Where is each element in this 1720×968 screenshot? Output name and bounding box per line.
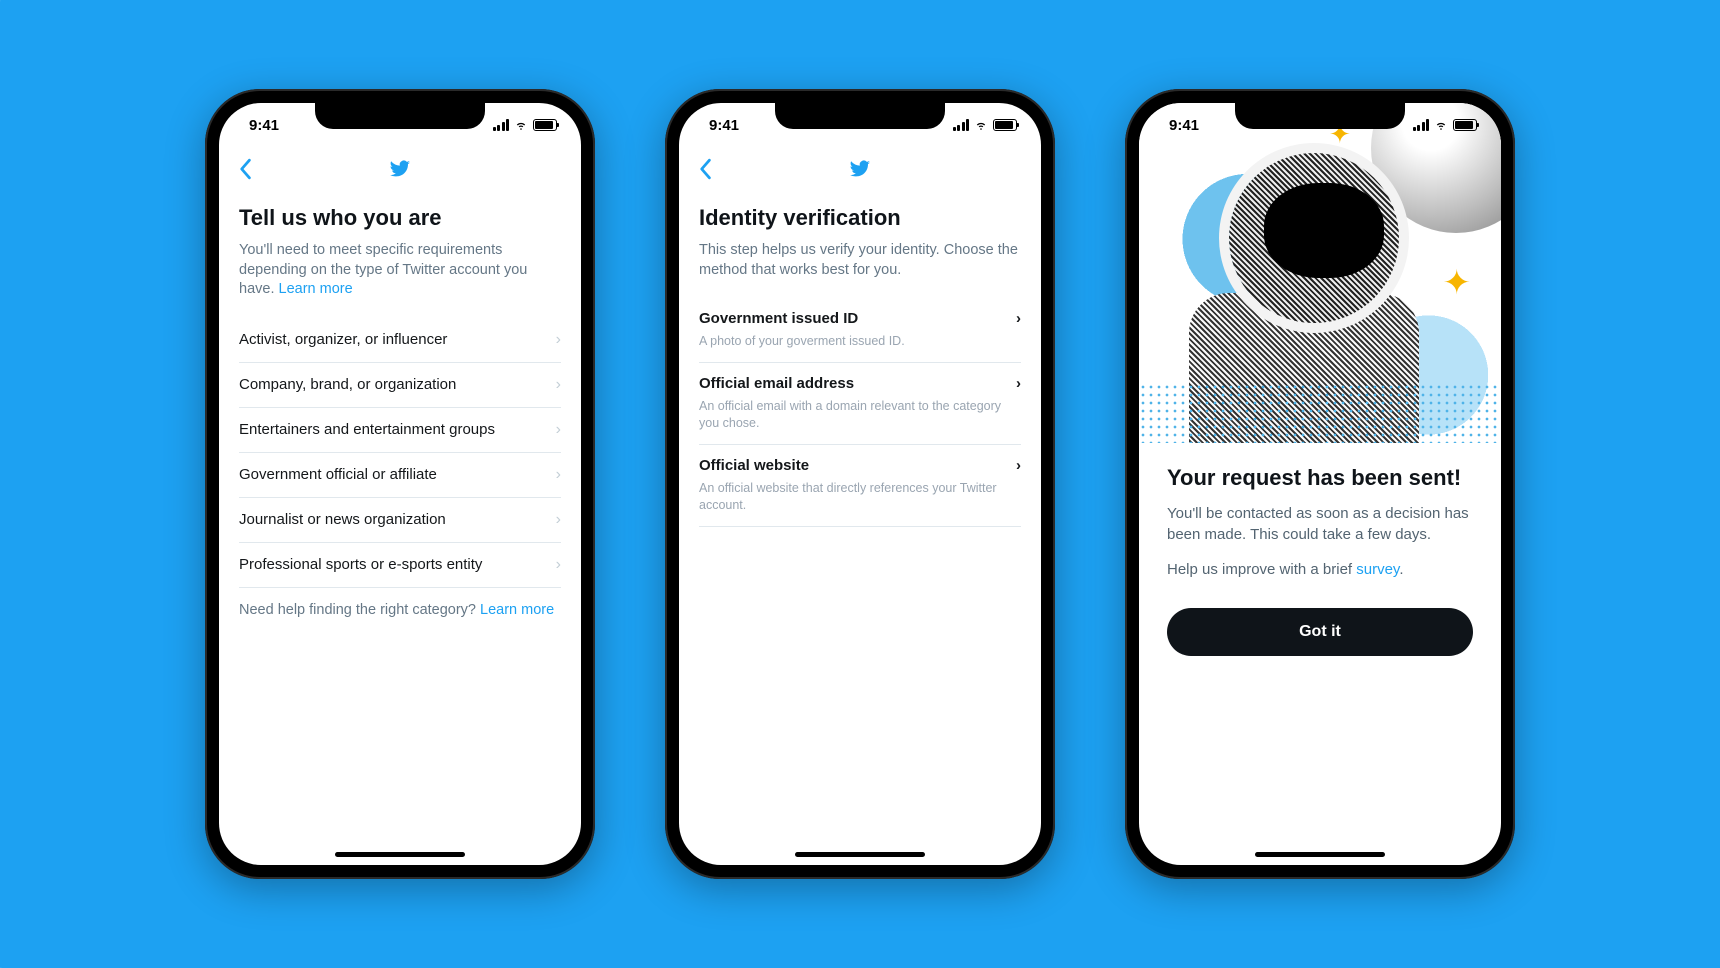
wifi-icon — [1433, 119, 1449, 131]
option-official-email[interactable]: Official email address › An official ema… — [699, 363, 1021, 445]
phone-mockup-2: 9:41 Identity verification This step hel… — [665, 89, 1055, 879]
option-government-id[interactable]: Government issued ID › A photo of your g… — [699, 298, 1021, 363]
page-title: Your request has been sent! — [1167, 465, 1473, 491]
chevron-right-icon: › — [556, 511, 561, 529]
content-area: Identity verification This step helps us… — [679, 191, 1041, 865]
screen-1: 9:41 Tell us who you are You'll need to … — [219, 103, 581, 865]
category-label: Company, brand, or organization — [239, 376, 456, 393]
notch — [775, 103, 945, 129]
page-title: Tell us who you are — [239, 205, 561, 231]
chevron-left-icon — [238, 158, 252, 180]
help-text: Need help finding the right category? Le… — [239, 588, 561, 618]
category-label: Government official or affiliate — [239, 466, 437, 483]
learn-more-link[interactable]: Learn more — [279, 281, 353, 297]
category-item-activist[interactable]: Activist, organizer, or influencer › — [239, 318, 561, 363]
hero-illustration: ✦ ✦ — [1139, 103, 1501, 443]
home-indicator[interactable] — [1255, 852, 1385, 857]
body-text: You'll be contacted as soon as a decisio… — [1167, 503, 1473, 545]
chevron-right-icon: › — [1016, 310, 1021, 327]
chevron-right-icon: › — [556, 331, 561, 349]
wifi-icon — [973, 119, 989, 131]
status-time: 9:41 — [1169, 117, 1199, 134]
status-icons — [953, 119, 1018, 131]
chevron-right-icon: › — [1016, 375, 1021, 392]
page-title: Identity verification — [699, 205, 1021, 231]
home-indicator[interactable] — [795, 852, 925, 857]
back-button[interactable] — [693, 157, 717, 181]
signal-icon — [493, 119, 510, 131]
wifi-icon — [513, 119, 529, 131]
twitter-logo-icon — [387, 158, 413, 180]
chevron-right-icon: › — [556, 466, 561, 484]
page-subtitle: You'll need to meet specific requirement… — [239, 241, 561, 300]
category-item-company[interactable]: Company, brand, or organization › — [239, 363, 561, 408]
notch — [315, 103, 485, 129]
nav-bar — [679, 147, 1041, 191]
category-label: Professional sports or e-sports entity — [239, 556, 482, 573]
signal-icon — [953, 119, 970, 131]
content-area: Tell us who you are You'll need to meet … — [219, 191, 581, 865]
option-desc: A photo of your goverment issued ID. — [699, 333, 1021, 350]
status-icons — [1413, 119, 1478, 131]
signal-icon — [1413, 119, 1430, 131]
category-item-entertainers[interactable]: Entertainers and entertainment groups › — [239, 408, 561, 453]
survey-prefix: Help us improve with a brief — [1167, 561, 1356, 578]
category-item-sports[interactable]: Professional sports or e-sports entity › — [239, 543, 561, 588]
option-desc: An official email with a domain relevant… — [699, 398, 1021, 432]
help-prefix: Need help finding the right category? — [239, 602, 480, 618]
battery-icon — [1453, 119, 1477, 131]
chevron-right-icon: › — [1016, 457, 1021, 474]
option-title: Official email address — [699, 375, 854, 392]
survey-suffix: . — [1399, 561, 1403, 578]
page-subtitle: This step helps us verify your identity.… — [699, 241, 1021, 280]
category-label: Entertainers and entertainment groups — [239, 421, 495, 438]
phone-mockup-3: 9:41 ✦ ✦ Your request has been sent! You… — [1125, 89, 1515, 879]
help-learn-more-link[interactable]: Learn more — [480, 602, 554, 618]
category-label: Activist, organizer, or influencer — [239, 331, 447, 348]
sparkle-icon: ✦ — [1443, 263, 1472, 303]
status-time: 9:41 — [709, 117, 739, 134]
category-label: Journalist or news organization — [239, 511, 446, 528]
content-area: Your request has been sent! You'll be co… — [1139, 443, 1501, 656]
chevron-right-icon: › — [556, 376, 561, 394]
survey-line: Help us improve with a brief survey. — [1167, 559, 1473, 580]
got-it-button[interactable]: Got it — [1167, 608, 1473, 656]
status-icons — [493, 119, 558, 131]
category-item-government[interactable]: Government official or affiliate › — [239, 453, 561, 498]
option-title: Official website — [699, 457, 809, 474]
status-bar: 9:41 — [1139, 103, 1501, 147]
battery-icon — [533, 119, 557, 131]
nav-bar — [219, 147, 581, 191]
chevron-right-icon: › — [556, 556, 561, 574]
screen-3: 9:41 ✦ ✦ Your request has been sent! You… — [1139, 103, 1501, 865]
screen-2: 9:41 Identity verification This step hel… — [679, 103, 1041, 865]
chevron-left-icon — [698, 158, 712, 180]
home-indicator[interactable] — [335, 852, 465, 857]
category-item-journalist[interactable]: Journalist or news organization › — [239, 498, 561, 543]
option-official-website[interactable]: Official website › An official website t… — [699, 445, 1021, 527]
battery-icon — [993, 119, 1017, 131]
survey-link[interactable]: survey — [1356, 561, 1399, 578]
dotted-wave — [1139, 383, 1501, 443]
status-time: 9:41 — [249, 117, 279, 134]
phone-mockup-1: 9:41 Tell us who you are You'll need to … — [205, 89, 595, 879]
option-desc: An official website that directly refere… — [699, 480, 1021, 514]
twitter-logo-icon — [847, 158, 873, 180]
back-button[interactable] — [233, 157, 257, 181]
option-title: Government issued ID — [699, 310, 858, 327]
chevron-right-icon: › — [556, 421, 561, 439]
